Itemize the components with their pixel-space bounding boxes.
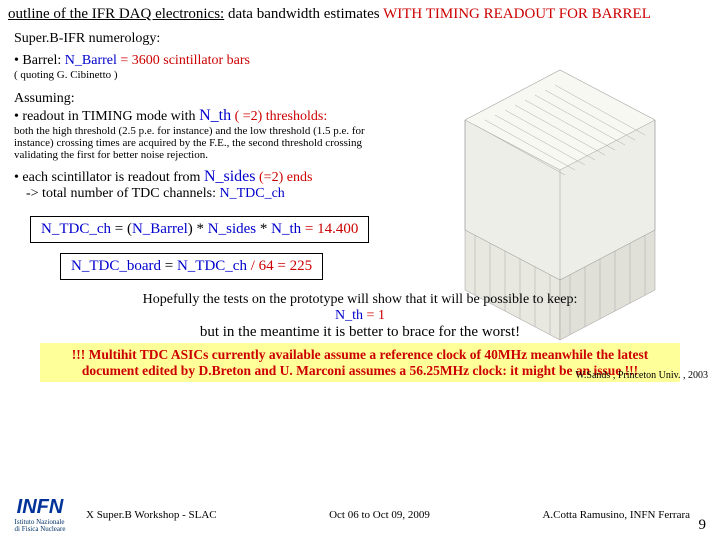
formula-ntdc-board: N_TDC_board = N_TDC_ch / 64 = 225 [60, 253, 323, 280]
n-tdc-ch-var: N_TDC_ch [219, 186, 284, 201]
infn-logo: INFN Istituto Nazionaledi Fisica Nuclear… [0, 496, 80, 534]
f1h: = 14.400 [301, 221, 358, 237]
formula-ntdc-ch: N_TDC_ch = (N_Barrel) * N_sides * N_th =… [30, 216, 369, 243]
f2c: N_TDC_ch [177, 258, 247, 274]
infn-text: INFN [17, 496, 64, 518]
footer-workshop: X Super.B Workshop - SLAC [80, 509, 217, 521]
assuming-label: Assuming: [0, 87, 720, 107]
f1g: N_th [271, 221, 301, 237]
f2d: / 64 = 225 [247, 258, 312, 274]
f2a: N_TDC_board [71, 258, 161, 274]
hope-pre: Hopefully the tests on the prototype wil… [143, 292, 578, 307]
threshold-explanation: both the high threshold (2.5 p.e. for in… [0, 125, 400, 165]
footer-author: A.Cotta Ramusino, INFN Ferrara [542, 509, 720, 521]
scint-pre: • each scintillator is readout from [14, 170, 204, 185]
tdc-pre: -> total number of TDC channels: [26, 186, 219, 201]
f1b: = ( [111, 221, 132, 237]
hope-eq: = 1 [363, 308, 385, 323]
timing-post: ( =2) thresholds: [231, 109, 327, 124]
numerology-heading: Super.B-IFR numerology: [0, 25, 720, 51]
infn-subtitle: Istituto Nazionaledi Fisica Nucleare [15, 519, 66, 533]
n-sides-var: N_sides [204, 168, 256, 185]
f1e: N_sides [208, 221, 256, 237]
f1a: N_TDC_ch [41, 221, 111, 237]
timing-bullet: • readout in TIMING mode with N_th ( =2)… [0, 107, 720, 125]
hopefully-text: Hopefully the tests on the prototype wil… [0, 286, 720, 324]
n-barrel-var: N_Barrel [65, 53, 117, 68]
but-line: but in the meantime it is better to brac… [0, 324, 720, 343]
image-credit: W.Sands , Princeton Univ. , 2003 [575, 370, 708, 381]
f1c: N_Barrel [132, 221, 188, 237]
hope-nth: N_th [335, 308, 363, 323]
citation-quote: ( quoting G. Cibinetto ) [0, 69, 720, 87]
f1f: * [256, 221, 271, 237]
barrel-label: • Barrel: [14, 53, 65, 68]
scint-post: (=2) ends [256, 170, 313, 185]
f2b: = [161, 258, 177, 274]
scintillator-bullet: • each scintillator is readout from N_si… [0, 165, 720, 186]
page-number: 9 [699, 517, 707, 534]
slide-title: outline of the IFR DAQ electronics: data… [0, 0, 720, 25]
footer-dates: Oct 06 to Oct 09, 2009 [217, 509, 543, 521]
barrel-bullet: • Barrel: N_Barrel = 3600 scintillator b… [0, 51, 720, 69]
title-mid: data bandwidth estimates [224, 6, 383, 22]
n-th-var: N_th [199, 107, 231, 124]
title-suffix: WITH TIMING READOUT FOR BARREL [383, 6, 651, 22]
title-prefix: outline of the IFR DAQ electronics: [8, 6, 224, 22]
tdc-total-line: -> total number of TDC channels: N_TDC_c… [0, 186, 720, 208]
barrel-value: = 3600 scintillator bars [117, 53, 250, 68]
footer: INFN Istituto Nazionaledi Fisica Nuclear… [0, 496, 720, 534]
f1d: ) * [188, 221, 208, 237]
timing-pre: • readout in TIMING mode with [14, 109, 199, 124]
